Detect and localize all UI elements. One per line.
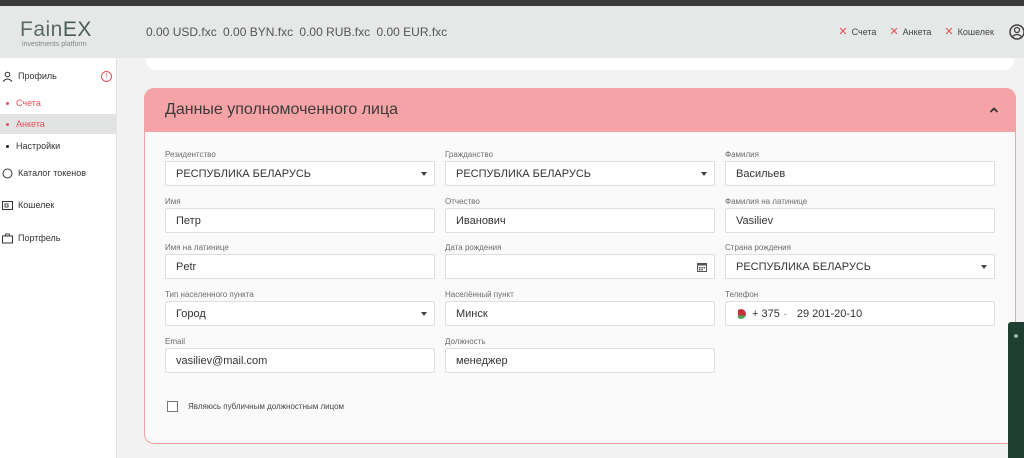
birth-country-select[interactable]: РЕСПУБЛИКА БЕЛАРУСЬ xyxy=(725,254,995,279)
alert-icon: ! xyxy=(101,70,112,82)
wallet-icon xyxy=(2,200,13,211)
name-latin-field[interactable]: Petr xyxy=(165,254,435,279)
card-title: Данные уполномоченного лица xyxy=(165,101,399,118)
locality-label: Населённый пункт xyxy=(445,290,514,299)
sidebar-item-portfolio[interactable]: Портфель xyxy=(0,228,116,248)
catalog-icon xyxy=(2,168,13,179)
sidebar: Профиль ! Счета Анкета Настройки Каталог… xyxy=(0,58,122,458)
caret-down-icon xyxy=(981,265,987,269)
residency-select[interactable]: РЕСПУБЛИКА БЕЛАРУСЬ xyxy=(165,161,435,186)
calendar-icon[interactable] xyxy=(697,262,707,272)
balance-byn: 0.00 BYN.fxc xyxy=(223,25,294,39)
patronymic-label: Отчество xyxy=(445,197,480,206)
email-label: Email xyxy=(165,337,186,346)
phone-label: Телефон xyxy=(725,290,759,299)
caret-down-icon xyxy=(421,312,427,316)
incomplete-x-icon: ✕ xyxy=(944,25,954,38)
email-field[interactable]: vasiliev@mail.com xyxy=(165,348,435,373)
header-nav-wallet[interactable]: ✕ Кошелек xyxy=(944,25,994,38)
birth-date-field[interactable] xyxy=(445,254,715,279)
patronymic-field[interactable]: Иванович xyxy=(445,208,715,233)
sidebar-item-settings[interactable]: Настройки xyxy=(0,136,122,156)
card-header[interactable]: Данные уполномоченного лица xyxy=(145,89,1015,132)
balances-bar: 0.00 USD.fxc 0.00 BYN.fxc 0.00 RUB.fxc 0… xyxy=(146,25,450,39)
widget-dot-icon xyxy=(1014,334,1018,338)
sidebar-item-token-catalog[interactable]: Каталог токенов xyxy=(0,163,116,183)
phone-country-code[interactable]: + 375 xyxy=(752,308,780,320)
name-label: Имя xyxy=(165,197,181,206)
surname-latin-field[interactable]: Vasiliev xyxy=(725,208,995,233)
bullet-icon xyxy=(6,144,9,148)
pep-checkbox-label[interactable]: Являюсь публичным должностным лицом xyxy=(188,402,344,411)
incomplete-x-icon: ✕ xyxy=(838,25,848,38)
residency-label: Резидентство xyxy=(165,150,216,159)
incomplete-x-icon: ✕ xyxy=(889,25,899,38)
portfolio-icon xyxy=(2,233,13,244)
top-header: FainEX investments platform 0.00 USD.fxc… xyxy=(0,6,1024,58)
surname-latin-label: Фамилия на латинице xyxy=(725,197,808,206)
sidebar-item-questionnaire[interactable]: Анкета xyxy=(0,114,122,134)
header-nav-questionnaire[interactable]: ✕ Анкета xyxy=(889,25,931,38)
chevron-up-icon[interactable] xyxy=(987,103,1001,117)
header-status-nav: ✕ Счета ✕ Анкета ✕ Кошелек xyxy=(838,25,994,38)
profile-icon xyxy=(2,71,13,82)
name-field[interactable]: Петр xyxy=(165,208,435,233)
side-widget-tab[interactable] xyxy=(1008,322,1024,458)
bullet-icon xyxy=(6,101,9,105)
sidebar-item-wallet[interactable]: Кошелек xyxy=(0,195,116,215)
balance-usd: 0.00 USD.fxc xyxy=(146,25,217,39)
birth-date-label: Дата рождения xyxy=(445,243,502,252)
logo-tagline: investments platform xyxy=(22,41,87,48)
header-nav-accounts[interactable]: ✕ Счета xyxy=(838,25,876,38)
sidebar-item-profile[interactable]: Профиль ! xyxy=(0,66,116,86)
phone-code-dropdown[interactable]: - xyxy=(784,309,787,319)
phone-field[interactable]: + 375 - 29 201-20-10 xyxy=(725,301,995,326)
brand-logo[interactable]: FainEX investments platform xyxy=(20,19,92,49)
position-field[interactable]: менеджер xyxy=(445,348,715,373)
bullet-icon xyxy=(6,122,9,126)
pep-checkbox[interactable] xyxy=(167,401,178,412)
citizenship-label: Гражданство xyxy=(445,150,493,159)
balance-rub: 0.00 RUB.fxc xyxy=(299,25,371,39)
logo-text: FainEX xyxy=(20,18,92,41)
locality-type-select[interactable]: Город xyxy=(165,301,435,326)
belarus-flag-icon[interactable] xyxy=(736,308,746,319)
sidebar-item-accounts[interactable]: Счета xyxy=(0,93,122,113)
name-latin-label: Имя на латинице xyxy=(165,243,229,252)
user-account-icon[interactable] xyxy=(1006,23,1024,41)
surname-label: Фамилия xyxy=(725,150,759,159)
previous-card-edge xyxy=(146,58,1014,70)
citizenship-select[interactable]: РЕСПУБЛИКА БЕЛАРУСЬ xyxy=(445,161,715,186)
birth-country-label: Страна рождения xyxy=(725,243,791,252)
phone-number: 29 201-20-10 xyxy=(796,307,863,320)
surname-field[interactable]: Васильев xyxy=(725,161,995,186)
caret-down-icon xyxy=(701,172,707,176)
balance-eur: 0.00 EUR.fxc xyxy=(376,25,448,39)
locality-field[interactable]: Минск xyxy=(445,301,715,326)
position-label: Должность xyxy=(445,337,486,346)
caret-down-icon xyxy=(421,172,427,176)
authorized-person-card: Данные уполномоченного лица Резидентство… xyxy=(144,88,1016,444)
locality-type-label: Тип населенного пункта xyxy=(165,290,254,299)
